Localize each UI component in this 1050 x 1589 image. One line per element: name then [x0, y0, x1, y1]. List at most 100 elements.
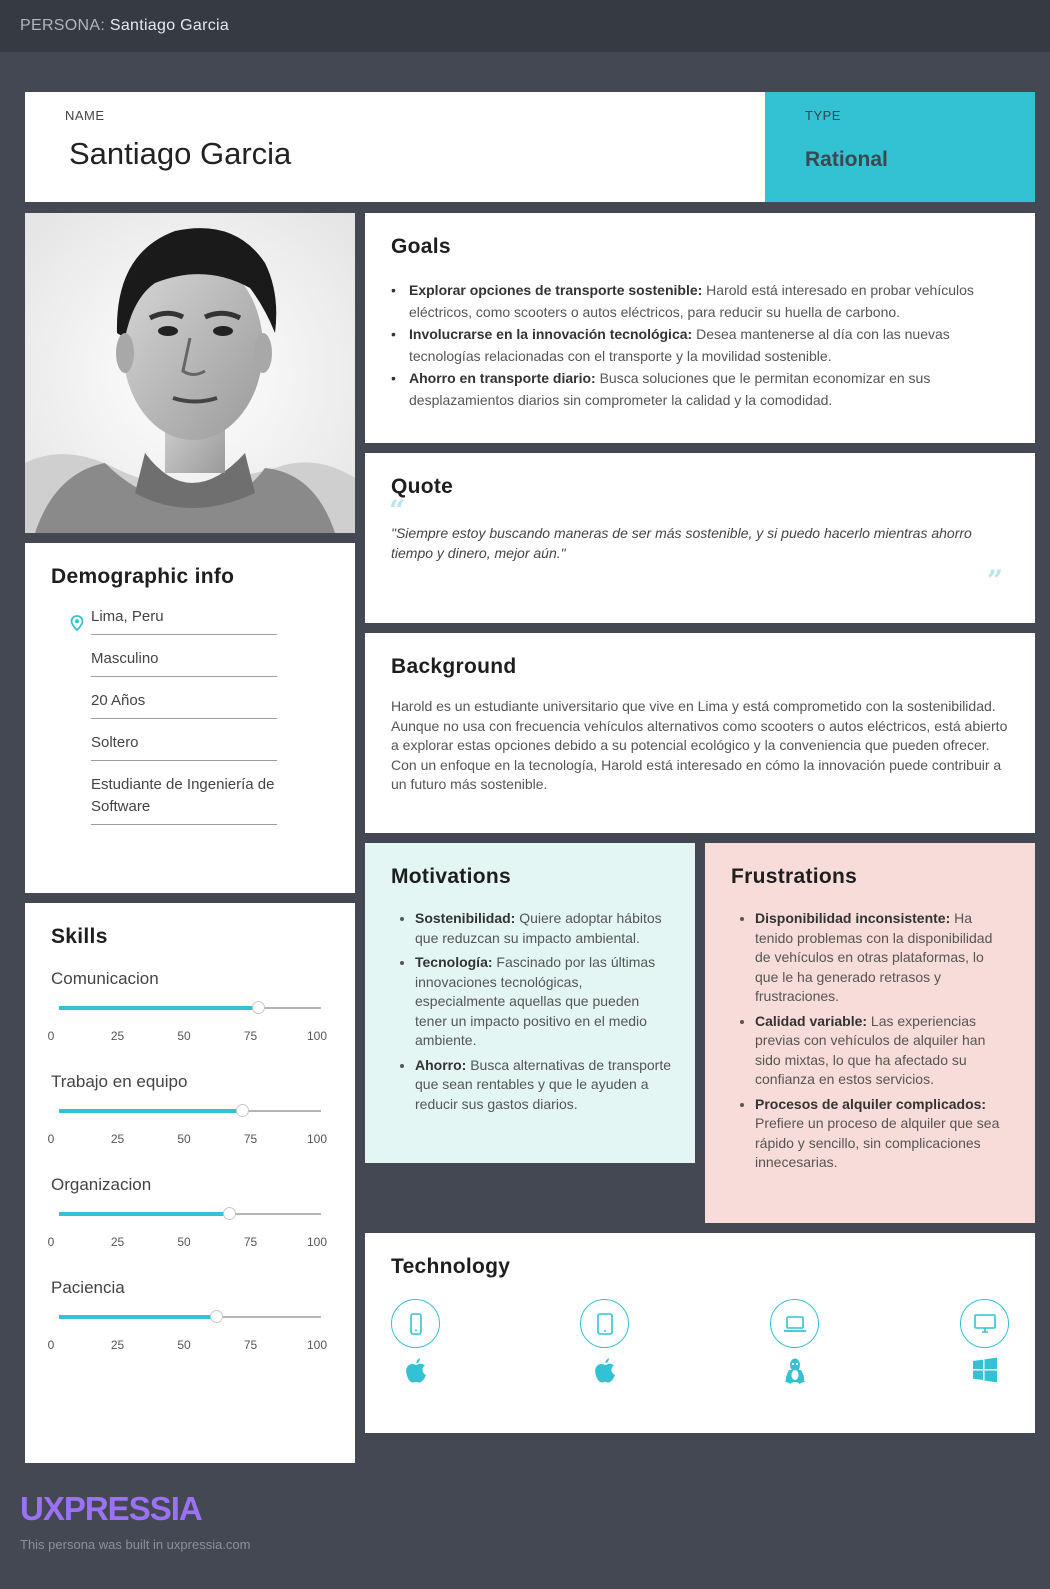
location-pin-icon [70, 615, 84, 631]
list-item[interactable]: Ahorro: Busca alternativas de transporte… [415, 1056, 671, 1115]
frustration-text: Prefiere un proceso de alquiler que sea … [755, 1115, 1000, 1170]
skill-slider-fill [59, 1212, 230, 1216]
technology-card: Technology [365, 1233, 1035, 1433]
tablet-icon[interactable] [580, 1299, 629, 1348]
skill-scale: 0 25 50 75 100 [47, 1132, 329, 1148]
persona-type[interactable]: Rational [805, 148, 888, 172]
demographic-card: Demographic info Lima, Peru Masculino 20… [25, 543, 355, 893]
scale-tick-label: 75 [243, 1235, 258, 1249]
windows-icon [960, 1357, 1009, 1387]
scale-tick-label: 25 [110, 1338, 125, 1352]
scale-tick-label: 0 [47, 1029, 55, 1043]
skill-scale: 0 25 50 75 100 [47, 1338, 329, 1354]
frustrations-title: Frustrations [731, 865, 858, 888]
scale-tick-label: 25 [110, 1235, 125, 1249]
type-label: TYPE [805, 108, 841, 123]
skill-slider-handle[interactable] [252, 1001, 266, 1014]
apple-icon [391, 1357, 440, 1387]
uxpressia-logo[interactable]: UXPRESSIA [20, 1490, 203, 1528]
scale-tick-label: 50 [177, 1029, 191, 1043]
name-card: NAME Santiago Garcia [25, 92, 765, 202]
list-item[interactable]: Sostenibilidad: Quiere adoptar hábitos q… [415, 909, 671, 948]
desktop-icon[interactable] [960, 1299, 1009, 1348]
close-quote-icon: ” [987, 564, 1004, 597]
scale-tick-label: 50 [177, 1235, 191, 1249]
skill-scale: 0 25 50 75 100 [47, 1029, 329, 1045]
scale-tick-label: 75 [243, 1029, 258, 1043]
list-item[interactable]: Ahorro en transporte diario: Busca soluc… [391, 367, 1011, 411]
list-item[interactable]: Involucrarse en la innovación tecnológic… [391, 323, 1011, 367]
goals-card: Goals Explorar opciones de transporte so… [365, 213, 1035, 443]
persona-photo[interactable] [25, 213, 355, 533]
skill-slider[interactable] [59, 1104, 321, 1117]
scale-tick-label: 50 [177, 1132, 191, 1146]
frustrations-list: Disponibilidad inconsistente: Ha tenido … [755, 909, 1011, 1178]
demographic-location[interactable]: Lima, Peru [91, 606, 277, 635]
top-bar: PERSONA: Santiago Garcia [0, 0, 1050, 52]
demographic-occupation[interactable]: Estudiante de Ingeniería de Software [91, 774, 277, 825]
skill-slider[interactable] [59, 1001, 321, 1014]
motivations-card: Motivations Sostenibilidad: Quiere adopt… [365, 843, 695, 1163]
scale-tick-label: 0 [47, 1235, 55, 1249]
list-item[interactable]: Calidad variable: Las experiencias previ… [755, 1012, 1011, 1090]
scale-tick-label: 0 [47, 1132, 55, 1146]
open-quote-icon: “ [389, 494, 406, 527]
background-card: Background Harold es un estudiante unive… [365, 633, 1035, 833]
motivations-list: Sostenibilidad: Quiere adoptar hábitos q… [415, 909, 671, 1119]
persona-name[interactable]: Santiago Garcia [69, 136, 291, 172]
motivation-heading: Tecnología: [415, 954, 493, 970]
skill-slider-fill [59, 1109, 243, 1113]
persona-prefix: PERSONA: [20, 17, 106, 34]
skill-slider[interactable] [59, 1310, 321, 1323]
list-item[interactable]: Disponibilidad inconsistente: Ha tenido … [755, 909, 1011, 1007]
skill-name: Paciencia [51, 1278, 125, 1297]
scale-tick-label: 25 [110, 1029, 125, 1043]
apple-icon [580, 1357, 629, 1387]
skill-scale: 0 25 50 75 100 [47, 1235, 329, 1251]
motivations-title: Motivations [391, 865, 511, 888]
skill-slider-handle[interactable] [223, 1207, 237, 1220]
skill-name: Comunicacion [51, 969, 159, 988]
laptop-icon[interactable] [770, 1299, 819, 1348]
scale-tick-label: 75 [243, 1132, 258, 1146]
scale-tick-label: 100 [306, 1338, 328, 1352]
goal-heading: Ahorro en transporte diario: [409, 370, 596, 386]
goal-heading: Involucrarse en la innovación tecnológic… [409, 326, 693, 342]
list-item[interactable]: Tecnología: Fascinado por las últimas in… [415, 953, 671, 1051]
skill-slider-handle[interactable] [210, 1310, 224, 1323]
frustration-heading: Disponibilidad inconsistente: [755, 910, 951, 926]
frustration-heading: Calidad variable: [755, 1012, 868, 1029]
technology-title: Technology [391, 1255, 511, 1278]
quote-text[interactable]: "Siempre estoy buscando maneras de ser m… [391, 523, 1011, 563]
demographic-title: Demographic info [51, 565, 235, 588]
skills-card: Skills Comunicacion 0 25 50 75 100 Trabajo en … [25, 903, 355, 1463]
persona-header: PERSONA: Santiago Garcia [20, 17, 229, 35]
demographic-gender[interactable]: Masculino [91, 648, 277, 677]
skill-slider-fill [59, 1315, 217, 1319]
list-item[interactable]: Explorar opciones de transporte sostenib… [391, 279, 1011, 323]
demographic-marital-status[interactable]: Soltero [91, 732, 277, 761]
skill-slider[interactable] [59, 1207, 321, 1220]
smartphone-icon[interactable] [391, 1299, 440, 1348]
quote-card: Quote “ "Siempre estoy buscando maneras … [365, 453, 1035, 623]
motivation-heading: Ahorro: [415, 1056, 467, 1073]
skill-slider-handle[interactable] [236, 1104, 250, 1117]
goal-heading: Explorar opciones de transporte sostenib… [409, 282, 703, 298]
name-label: NAME [65, 108, 105, 123]
scale-tick-label: 0 [47, 1338, 55, 1352]
goals-title: Goals [391, 235, 451, 258]
background-title: Background [391, 655, 517, 678]
skills-title: Skills [51, 925, 108, 948]
demographic-age[interactable]: 20 Años [91, 690, 277, 719]
list-item[interactable]: Procesos de alquiler complicados: Prefie… [755, 1095, 1011, 1173]
background-text[interactable]: Harold es un estudiante universitario qu… [391, 697, 1011, 795]
scale-tick-label: 100 [306, 1132, 328, 1146]
avatar-portrait [25, 213, 355, 533]
scale-tick-label: 75 [243, 1338, 258, 1352]
frustrations-card: Frustrations Disponibilidad inconsistent… [705, 843, 1035, 1223]
persona-header-name: Santiago Garcia [109, 17, 230, 34]
goals-list: Explorar opciones de transporte sostenib… [391, 279, 1011, 411]
scale-tick-label: 25 [110, 1132, 125, 1146]
scale-tick-label: 100 [306, 1235, 328, 1249]
footer-note: This persona was built in uxpressia.com [20, 1537, 251, 1552]
